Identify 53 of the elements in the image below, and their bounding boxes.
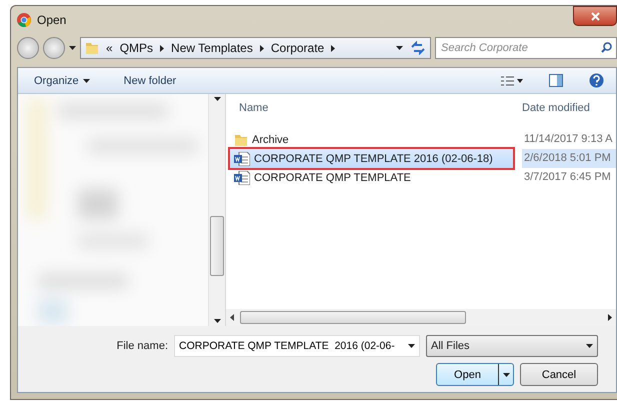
caret-icon [82, 78, 90, 82]
search-field[interactable]: Search Corporate [435, 37, 617, 59]
scrollbar-thumb[interactable] [210, 216, 224, 276]
column-header[interactable]: Name [239, 102, 522, 114]
word-document-icon [234, 170, 250, 184]
chevron-right-icon [608, 314, 612, 321]
new-folder-button[interactable]: New folder [120, 72, 180, 88]
open-button[interactable]: Open [436, 363, 514, 386]
window-title: Open [37, 13, 68, 27]
address-bar[interactable]: « QMPs New Templates Corporate [80, 37, 431, 59]
breadcrumb[interactable]: Corporate [270, 41, 336, 55]
word-document-icon [234, 152, 250, 166]
caret-icon [408, 344, 415, 348]
preview-pane-icon[interactable] [549, 74, 563, 87]
chevron-right-icon [160, 44, 164, 52]
breadcrumb[interactable]: New Templates [171, 41, 264, 55]
help-icon[interactable] [589, 73, 604, 88]
chevron-right-icon [331, 44, 336, 52]
file-item[interactable]: Archive [230, 130, 309, 149]
caret-icon [502, 372, 510, 376]
file-item[interactable]: CORPORATE QMP TEMPLATE [230, 168, 431, 187]
file-type-dropdown[interactable]: All Files [426, 335, 598, 357]
refresh-icon[interactable] [410, 41, 426, 55]
search-icon [601, 42, 612, 53]
scroll-down-icon [214, 319, 220, 323]
history-caret-icon [69, 46, 76, 50]
folder-icon [85, 41, 99, 55]
browser-logo-icon [17, 13, 31, 27]
file-name-label: File name: [116, 340, 168, 352]
overflow-chevrons[interactable]: « [106, 41, 113, 55]
folder-icon [234, 132, 248, 146]
cancel-button[interactable]: Cancel [520, 363, 598, 386]
file-item[interactable]: CORPORATE QMP TEMPLATE 2016 (02-06-18) [230, 149, 513, 168]
scrollbar-thumb[interactable] [240, 311, 466, 324]
date-cell-text: 3/7/2017 6:45 PM [523, 170, 612, 185]
dropdown-caret-icon [396, 46, 403, 50]
column-header[interactable]: Date modified [522, 102, 616, 114]
date-cell-text: 11/14/2017 9:13 A [523, 132, 614, 147]
close-button[interactable] [573, 6, 617, 26]
forward-button[interactable] [43, 37, 65, 59]
chevron-right-icon [260, 44, 264, 52]
close-icon [590, 12, 600, 20]
breadcrumb[interactable]: QMPs [120, 41, 164, 55]
date-cell: 2/6/2018 5:01 PM [522, 149, 616, 168]
file-name-field[interactable]: CORPORATE QMP TEMPLATE 2016 (02-06- [174, 335, 420, 357]
caret-icon [586, 344, 593, 348]
scroll-up-icon [214, 97, 220, 101]
sidebar-scrollbar[interactable] [208, 94, 225, 326]
back-button[interactable] [17, 37, 39, 59]
organize-button[interactable]: Organize [30, 72, 94, 88]
horizontal-scrollbar[interactable] [226, 309, 616, 326]
scroll-left-icon [230, 314, 234, 321]
view-list-icon[interactable] [501, 76, 523, 86]
